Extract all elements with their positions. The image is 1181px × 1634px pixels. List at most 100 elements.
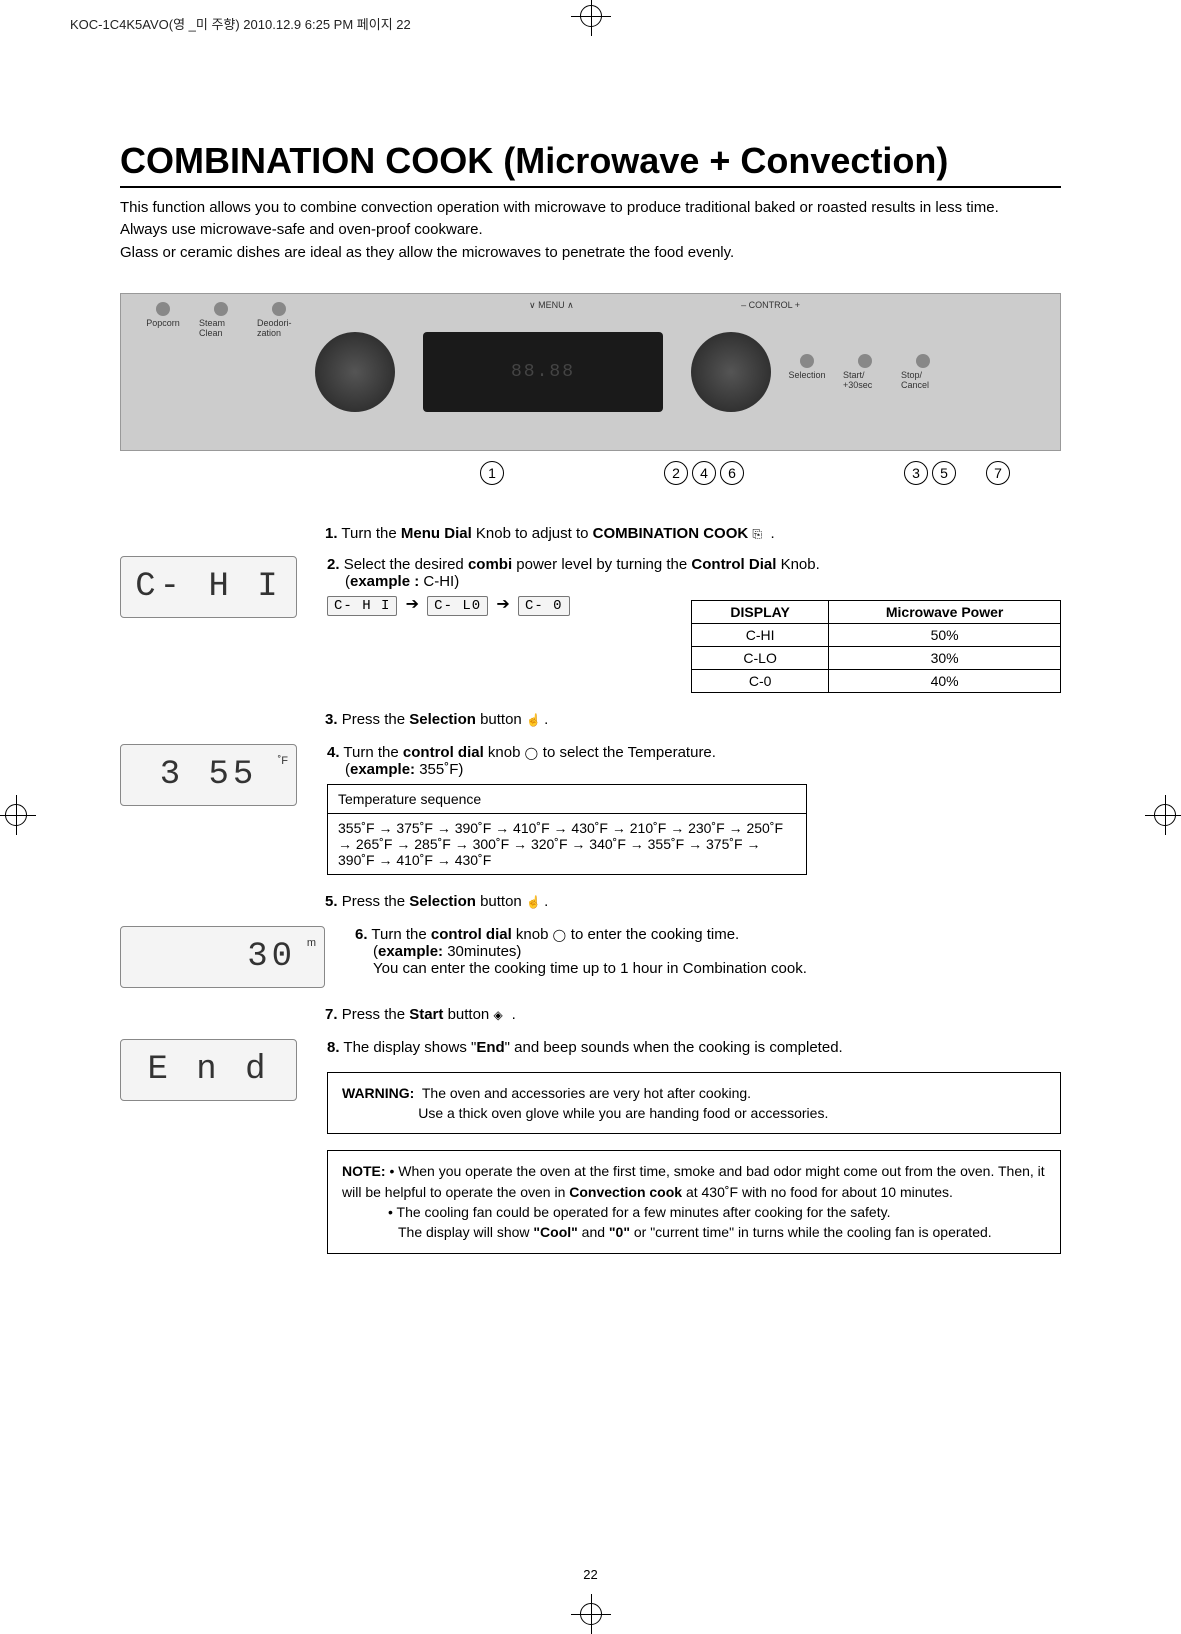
step-text: knob bbox=[512, 926, 553, 943]
step-number: 3. bbox=[325, 711, 338, 728]
panel-button-popcorn: Popcorn bbox=[141, 302, 185, 328]
note-box: NOTE: • When you operate the oven at the… bbox=[327, 1150, 1061, 1253]
step-number: 4. bbox=[327, 744, 340, 761]
step-number: 7. bbox=[325, 1006, 338, 1023]
intro-paragraph: This function allows you to combine conv… bbox=[120, 198, 1061, 263]
example-label: example : bbox=[350, 573, 419, 590]
microwave-power-table: DISPLAY Microwave Power C-HI50% C-LO30% … bbox=[691, 600, 1061, 693]
step-text-bold: Menu Dial bbox=[401, 525, 472, 542]
step-text: knob bbox=[484, 744, 525, 761]
step-text: button bbox=[476, 893, 526, 910]
note-text: or "current time" in turns while the coo… bbox=[630, 1224, 992, 1240]
warning-box: WARNING: The oven and accessories are ve… bbox=[327, 1072, 1061, 1135]
step-text: button bbox=[443, 1006, 493, 1023]
step-text: Press the bbox=[342, 1006, 410, 1023]
control-panel-illustration: ∨ MENU ∧ – CONTROL + Popcorn Steam Clean… bbox=[120, 293, 1061, 451]
table-cell: C-HI bbox=[692, 623, 829, 646]
step-circle: 2 bbox=[664, 461, 688, 485]
arrow-icon: ➔ bbox=[406, 596, 419, 613]
registration-mark-right bbox=[1145, 795, 1181, 835]
note-text: • The cooling fan could be operated for … bbox=[388, 1204, 890, 1220]
example-value: 30minutes bbox=[443, 943, 516, 960]
step-number: 2. bbox=[327, 556, 340, 573]
warning-line: Use a thick oven glove while you are han… bbox=[418, 1105, 828, 1121]
note-text: at 430˚F with no food for about 10 minut… bbox=[682, 1184, 953, 1200]
table-cell: C-LO bbox=[692, 646, 829, 669]
step-text-bold: End bbox=[476, 1039, 504, 1056]
note-text-bold: "Cool" bbox=[533, 1224, 577, 1240]
control-dial-knob bbox=[691, 332, 771, 412]
note-label: NOTE: bbox=[342, 1163, 386, 1179]
menu-knob-label: ∨ MENU ∧ bbox=[529, 300, 574, 311]
unit-m: m bbox=[307, 937, 316, 949]
step-number: 6. bbox=[355, 926, 368, 943]
example-label: example: bbox=[378, 943, 443, 960]
registration-mark-left bbox=[0, 795, 36, 835]
oven-display-sample-30m: 30m bbox=[120, 926, 325, 988]
oven-display-sample-end: E n d bbox=[120, 1039, 297, 1101]
step-text-bold: control dial bbox=[403, 744, 484, 761]
example-value: 355˚F bbox=[415, 761, 458, 778]
dial-icon: ◯ bbox=[553, 928, 567, 942]
warning-line: The oven and accessories are very hot af… bbox=[422, 1085, 751, 1101]
step-text: The display shows " bbox=[343, 1039, 476, 1056]
step-text-bold: combi bbox=[468, 556, 512, 573]
start-icon: ◈ bbox=[493, 1008, 507, 1022]
step-text: Select the desired bbox=[344, 556, 468, 573]
step-text-bold: Start bbox=[409, 1006, 443, 1023]
step-text: " and beep sounds when the cooking is co… bbox=[505, 1039, 843, 1056]
step-circle: 1 bbox=[480, 461, 504, 485]
step-circle: 7 bbox=[986, 461, 1010, 485]
temperature-sequence-table: Temperature sequence 355˚F → 375˚F → 390… bbox=[327, 784, 807, 875]
page-number: 22 bbox=[583, 1567, 597, 1582]
step-number: 5. bbox=[325, 893, 338, 910]
example-value: C-HI bbox=[419, 573, 454, 590]
intro-line: Glass or ceramic dishes are ideal as the… bbox=[120, 243, 1061, 263]
table-header: Microwave Power bbox=[829, 600, 1061, 623]
combi-icon: ⎘ bbox=[752, 527, 766, 541]
panel-button-start: Start/ +30sec bbox=[843, 354, 887, 390]
step-text: Press the bbox=[342, 893, 410, 910]
step-circle: 3 bbox=[904, 461, 928, 485]
control-knob-label: – CONTROL + bbox=[741, 300, 800, 310]
step-text-bold: COMBINATION COOK bbox=[593, 525, 749, 542]
step-circle: 5 bbox=[932, 461, 956, 485]
step-circle: 6 bbox=[720, 461, 744, 485]
table-cell: C-0 bbox=[692, 669, 829, 692]
step-circle: 4 bbox=[692, 461, 716, 485]
step-number: 1. bbox=[325, 525, 338, 542]
step-text: Turn the bbox=[341, 525, 400, 542]
step-number: 8. bbox=[327, 1039, 340, 1056]
page-title: COMBINATION COOK (Microwave + Convection… bbox=[120, 140, 1061, 188]
small-display-chip: C- H I bbox=[327, 596, 397, 616]
panel-button-stop-cancel: Stop/ Cancel bbox=[901, 354, 945, 390]
step-note: You can enter the cooking time up to 1 h… bbox=[373, 960, 1061, 977]
step-text: Turn the bbox=[371, 926, 430, 943]
small-display-chip: C- 0 bbox=[518, 596, 570, 616]
oven-display-sample-chi: C- H I bbox=[120, 556, 297, 618]
step-text: power level by turning the bbox=[512, 556, 691, 573]
step-text: button bbox=[476, 711, 526, 728]
note-text-bold: Convection cook bbox=[569, 1184, 682, 1200]
panel-button-deodorization: Deodori- zation bbox=[257, 302, 301, 338]
panel-button-steam-clean: Steam Clean bbox=[199, 302, 243, 338]
step-text-bold: Selection bbox=[409, 711, 476, 728]
note-text: The display will show bbox=[398, 1224, 533, 1240]
print-file-header: KOC-1C4K5AVO(영 _미 주향) 2010.12.9 6:25 PM … bbox=[60, 4, 411, 37]
small-display-chip: C- L0 bbox=[427, 596, 488, 616]
step-text: Press the bbox=[342, 711, 410, 728]
example-label: example: bbox=[350, 761, 415, 778]
oven-display-sample-355: 3 55˚F bbox=[120, 744, 297, 806]
unit-f: ˚F bbox=[278, 755, 288, 767]
step-text-bold: Control Dial bbox=[691, 556, 776, 573]
warning-label: WARNING: bbox=[342, 1085, 414, 1101]
step-number-callouts: 1 2 4 6 3 5 7 bbox=[120, 461, 1061, 485]
oven-display-illustration: 88.88 bbox=[423, 332, 663, 412]
menu-dial-knob bbox=[315, 332, 395, 412]
table-header-cell: Temperature sequence bbox=[328, 784, 807, 813]
panel-button-selection: Selection bbox=[785, 354, 829, 390]
step-text: to select the Temperature. bbox=[539, 744, 716, 761]
step-text: Knob. bbox=[776, 556, 819, 573]
note-text-bold: "0" bbox=[609, 1224, 630, 1240]
registration-mark-bottom bbox=[571, 1594, 611, 1634]
